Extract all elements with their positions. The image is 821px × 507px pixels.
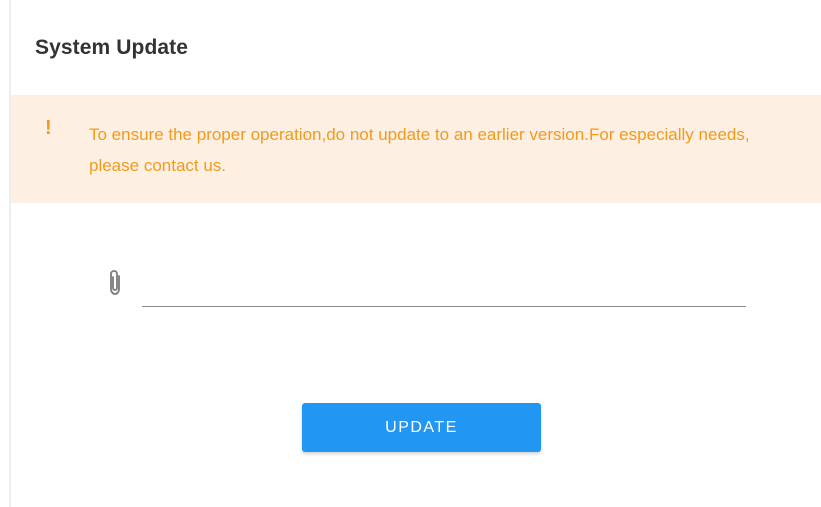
system-update-page: System Update ! To ensure the proper ope…	[0, 0, 821, 507]
file-path-input[interactable]	[142, 268, 746, 307]
card-left-border	[9, 0, 11, 507]
card-title: System Update	[35, 36, 189, 59]
warning-alert: ! To ensure the proper operation,do not …	[11, 95, 821, 203]
file-picker[interactable]	[96, 262, 756, 312]
update-button[interactable]: UPDATE	[302, 403, 541, 452]
paperclip-icon[interactable]	[104, 268, 128, 298]
exclamation-icon: !	[45, 117, 52, 139]
alert-message: To ensure the proper operation,do not up…	[89, 125, 750, 175]
